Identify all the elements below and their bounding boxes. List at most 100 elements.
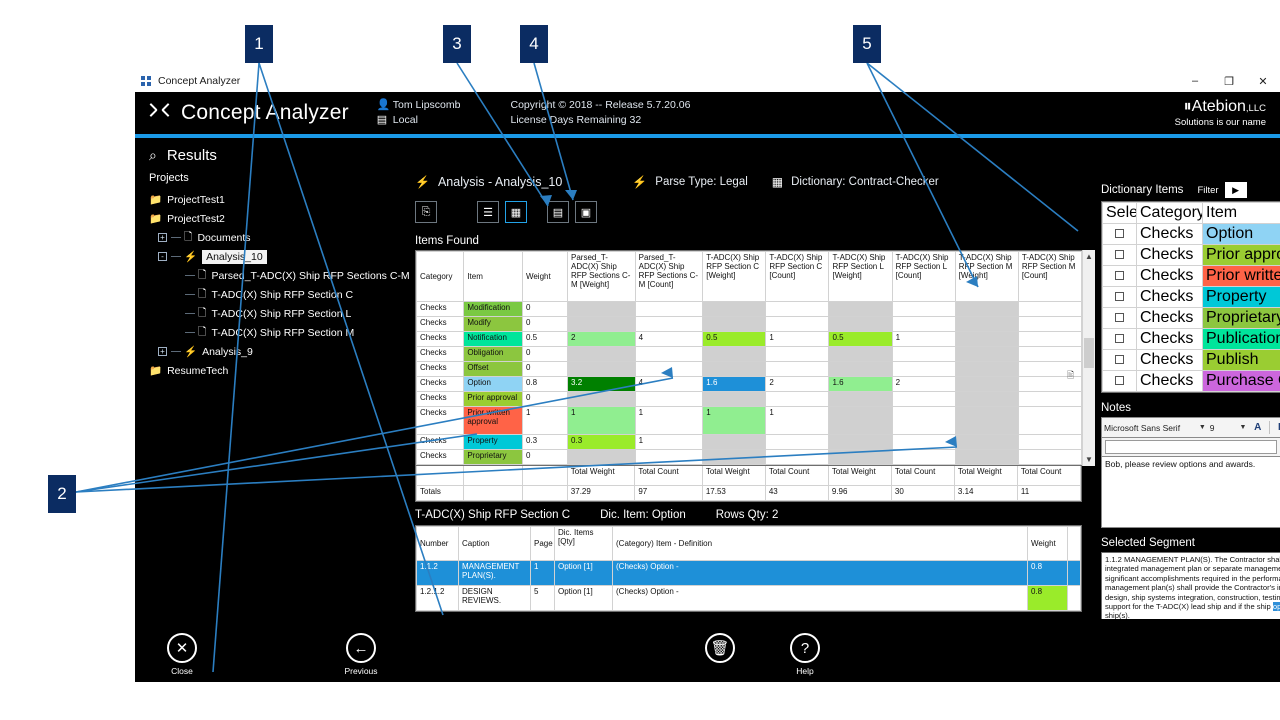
col-section-c-weight[interactable]: T-ADC(X) Ship RFP Section C [Weight] (702, 251, 767, 302)
maximize-button[interactable]: ❐ (1212, 70, 1246, 92)
dict-select-cell[interactable] (1102, 370, 1137, 392)
table-row[interactable]: Checks Property 0.3 0.3 1 (415, 434, 1083, 450)
tree-item-projecttest2[interactable]: 📁 ProjectTest2 (149, 209, 399, 228)
tree-item-projecttest1[interactable]: 📁 ProjectTest1 (149, 190, 399, 209)
collapser-icon[interactable]: - (158, 252, 167, 261)
tree-item-section-c[interactable]: 🗋 T-ADC(X) Ship RFP Section C (149, 285, 399, 304)
table-row[interactable]: Checks Modify 0 (415, 316, 1083, 332)
checkbox[interactable] (1115, 313, 1124, 322)
dict-select-cell[interactable] (1102, 349, 1137, 371)
size-dropdown-icon[interactable]: ▼ (1239, 424, 1246, 431)
list-item[interactable]: ChecksProperty1 (1102, 286, 1280, 308)
callout-4: 4 (520, 25, 548, 63)
totals-spacer (415, 465, 465, 486)
table-row[interactable]: 1.1.2 MANAGEMENT PLAN(S). 1 Option [1] (Chec… (416, 560, 1081, 586)
expander-icon[interactable]: + (158, 347, 167, 356)
cell-item: Property (463, 434, 523, 450)
help-button[interactable]: ? Help (775, 633, 835, 676)
checkbox[interactable] (1115, 271, 1124, 280)
filter-play-button[interactable]: ▶ (1224, 182, 1247, 198)
scroll-up-arrow[interactable]: ▲ (1083, 250, 1095, 263)
close-window-button[interactable]: ✕ (1246, 70, 1280, 92)
table-row[interactable]: Checks Notification 0.5 2 4 0.5 1 0.5 1 (415, 331, 1083, 347)
list-item[interactable]: ChecksPrior written approval2 (1102, 265, 1280, 287)
seg-col-weight[interactable]: Weight (1027, 526, 1068, 561)
cell-value (828, 361, 893, 377)
table-row[interactable]: Checks Obligation 0 (415, 346, 1083, 362)
dict-col-category[interactable]: Category (1136, 202, 1203, 224)
checkbox[interactable] (1115, 229, 1124, 238)
dictionary-button[interactable]: ▦ (505, 201, 527, 223)
dict-select-cell[interactable] (1102, 307, 1137, 329)
dict-select-cell[interactable] (1102, 286, 1137, 308)
col-category[interactable]: Category (415, 251, 465, 302)
checkbox[interactable] (1115, 250, 1124, 259)
table-row[interactable]: Checks Offset 0 (415, 361, 1083, 377)
checkbox[interactable] (1115, 292, 1124, 301)
expander-icon[interactable]: + (158, 233, 167, 242)
notes-find-input[interactable] (1105, 440, 1277, 454)
notes-font-size[interactable]: 9 (1210, 423, 1236, 433)
tree-item-analysis-10[interactable]: - ⚡ Analysis_10 (149, 247, 399, 266)
col-parsed-cm-count[interactable]: Parsed_T-ADC(X) Ship RFP Sections C-M [C… (634, 251, 704, 302)
list-item[interactable]: ChecksProprietary0 (1102, 307, 1280, 329)
seg-col-number[interactable]: Number (416, 526, 459, 561)
notes-font-name[interactable]: Microsoft Sans Serif (1104, 423, 1195, 433)
dict-select-cell[interactable] (1102, 328, 1137, 350)
bold-button[interactable]: B (1274, 420, 1280, 435)
clipboard-button[interactable]: ⎘ (415, 201, 437, 223)
table-row[interactable]: Checks Prior approval 0 (415, 391, 1083, 407)
col-section-m-weight[interactable]: T-ADC(X) Ship RFP Section M [Weight] (954, 251, 1019, 302)
tree-item-documents[interactable]: + 🗋 Documents (149, 228, 399, 247)
previous-button[interactable]: ← Previous (331, 633, 391, 676)
dict-col-item[interactable]: Item (1202, 202, 1280, 224)
tree-item-resumetech[interactable]: 📁 ResumeTech (149, 361, 399, 380)
dict-select-cell[interactable] (1102, 265, 1137, 287)
checkbox[interactable] (1115, 376, 1124, 385)
col-item[interactable]: Item (463, 251, 523, 302)
dict-select-cell[interactable] (1102, 223, 1137, 245)
tree-item-section-l[interactable]: 🗋 T-ADC(X) Ship RFP Section L (149, 304, 399, 323)
minimize-button[interactable]: – (1178, 70, 1212, 92)
layers-button[interactable]: ☰ (477, 201, 499, 223)
close-button[interactable]: ✕ Close (152, 633, 212, 676)
font-color-icon[interactable]: A (1250, 420, 1265, 435)
checkbox[interactable] (1115, 355, 1124, 364)
notes-textarea[interactable]: Bob, please review options and awards. (1101, 456, 1280, 528)
delete-button[interactable]: 🗑 (690, 633, 750, 666)
table-row[interactable]: Checks Proprietary 0 (415, 449, 1083, 465)
scroll-thumb[interactable] (1084, 338, 1094, 368)
items-found-scrollbar[interactable]: ▲ ▼ 🖹 (1067, 250, 1095, 466)
dict-select-cell[interactable] (1102, 244, 1137, 266)
seg-col-dic-items[interactable]: Dic. Items [Qty] (554, 526, 613, 561)
tree-item-analysis-9[interactable]: + ⚡ Analysis_9 (149, 342, 399, 361)
list-item[interactable]: ChecksPrior approval0 (1102, 244, 1280, 266)
font-dropdown-icon[interactable]: ▼ (1199, 424, 1206, 431)
list-item[interactable]: ChecksOption8 (1102, 223, 1280, 245)
col-weight[interactable]: Weight (521, 251, 569, 302)
export-word-button[interactable]: ▤ (547, 201, 569, 223)
page-title: Results (166, 146, 217, 164)
col-section-l-weight[interactable]: T-ADC(X) Ship RFP Section L [Weight] (828, 251, 893, 302)
scroll-down-arrow[interactable]: ▼ (1083, 453, 1095, 466)
list-item[interactable]: ChecksPurchase Order2 (1102, 370, 1280, 392)
export-report-button[interactable]: ▣ (575, 201, 597, 223)
tree-item-section-m[interactable]: 🗋 T-ADC(X) Ship RFP Section M (149, 323, 399, 342)
list-item[interactable]: ChecksPublish0 (1102, 349, 1280, 371)
table-row[interactable]: Checks Option 0.8 3.2 4 1.6 2 1.6 2 (415, 376, 1083, 392)
list-item[interactable]: ChecksPublication2 (1102, 328, 1280, 350)
table-row[interactable]: Checks Prior written approval 1 1 1 1 1 (415, 406, 1083, 435)
dict-col-select[interactable]: Select (1102, 202, 1137, 224)
table-row[interactable]: Checks Modification 0 (415, 301, 1083, 317)
tree-item-parsed-sections-cm[interactable]: 🗋 Parsed_T-ADC(X) Ship RFP Sections C-M (149, 266, 410, 285)
seg-col-caption[interactable]: Caption (458, 526, 531, 561)
col-parsed-cm-weight[interactable]: Parsed_T-ADC(X) Ship RFP Sections C-M [W… (567, 251, 636, 302)
seg-col-definition[interactable]: (Category) Item - Definition (612, 526, 1028, 561)
table-row[interactable]: 1.2.1.2 DESIGN REVIEWS. 5 Option [1] (Checks… (416, 585, 1081, 611)
col-section-m-count[interactable]: T-ADC(X) Ship RFP Section M [Count] (1017, 251, 1083, 302)
cell-value (1017, 301, 1083, 317)
checkbox[interactable] (1115, 334, 1124, 343)
col-section-c-count[interactable]: T-ADC(X) Ship RFP Section C [Count] (765, 251, 830, 302)
col-section-l-count[interactable]: T-ADC(X) Ship RFP Section L [Count] (891, 251, 956, 302)
seg-col-page[interactable]: Page (530, 526, 555, 561)
